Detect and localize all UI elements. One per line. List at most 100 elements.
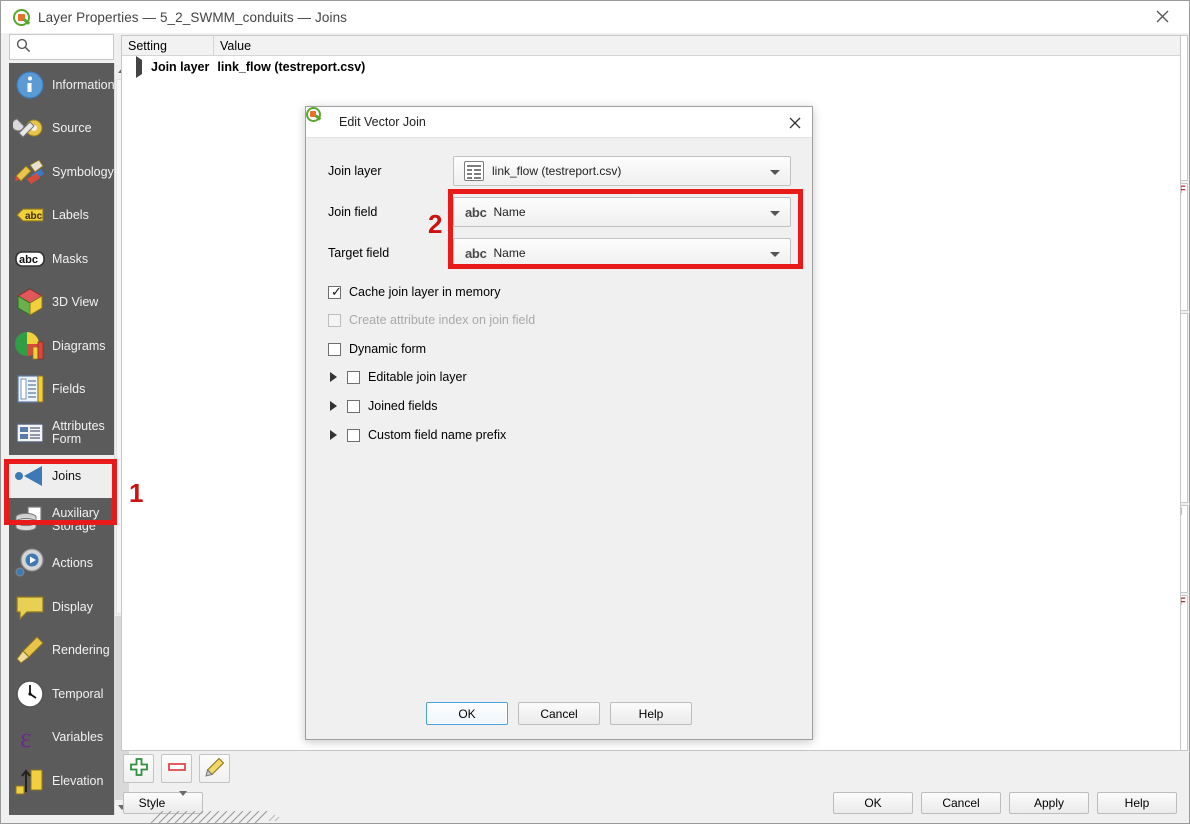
- sidebar-item-label: Masks: [52, 251, 89, 266]
- resize-grip[interactable]: [151, 811, 281, 823]
- sidebar-item-diagrams[interactable]: Diagrams: [9, 324, 114, 368]
- abc-string-icon: abc: [465, 204, 487, 220]
- table-row[interactable]: Join layer link_flow (testreport.csv): [122, 55, 1180, 78]
- dialog-titlebar: Edit Vector Join: [306, 107, 812, 138]
- sidebar-item-auxiliary-storage[interactable]: Auxiliary Storage: [9, 498, 114, 542]
- dynamic-form-checkbox-row[interactable]: Dynamic form: [328, 342, 426, 356]
- create-attribute-index-checkbox-row: Create attribute index on join field: [328, 313, 535, 327]
- sidebar-item-label: Information: [52, 77, 114, 92]
- target-field-combo[interactable]: abc Name: [453, 238, 791, 268]
- cache-join-layer-checkbox-row[interactable]: ✓ Cache join layer in memory: [328, 285, 500, 299]
- row-setting: Join layer: [151, 59, 210, 74]
- edit-vector-join-dialog: Edit Vector Join Join layer link_flow (t…: [305, 106, 813, 740]
- sidebar-item-labels[interactable]: abc Labels: [9, 194, 114, 238]
- chevron-down-icon[interactable]: [770, 211, 780, 216]
- close-icon[interactable]: [1139, 1, 1185, 32]
- actions-gear-play-icon: [13, 546, 47, 580]
- abc-string-icon: abc: [465, 245, 487, 261]
- expand-right-icon[interactable]: [330, 401, 337, 411]
- sidebar-item-label: 3D View: [52, 295, 99, 310]
- sidebar-item-rendering[interactable]: Rendering: [9, 629, 114, 673]
- cache-join-layer-checkbox[interactable]: ✓: [328, 285, 342, 299]
- sidebar-item-information[interactable]: Information: [9, 63, 114, 107]
- join-layer-label: Join layer: [328, 164, 382, 178]
- create-attribute-index-checkbox: [328, 313, 341, 327]
- custom-field-name-prefix-checkbox-row[interactable]: Custom field name prefix: [330, 420, 506, 450]
- row-value: link_flow (testreport.csv): [217, 59, 366, 74]
- display-balloon-icon: [13, 590, 47, 624]
- expand-right-icon[interactable]: [136, 55, 142, 78]
- dialog-title: Edit Vector Join: [339, 115, 426, 129]
- qgis-logo-icon: [13, 8, 31, 26]
- sidebar-item-label: Variables: [52, 730, 104, 745]
- cache-join-layer-label: Cache join layer in memory: [349, 285, 501, 299]
- target-field-label: Target field: [328, 246, 390, 260]
- fields-table-icon: [13, 372, 47, 406]
- sidebar-item-3d-view[interactable]: 3D View: [9, 281, 114, 325]
- sidebar-item-temporal[interactable]: Temporal: [9, 672, 114, 716]
- joined-fields-checkbox[interactable]: [347, 399, 360, 413]
- expand-right-icon[interactable]: [330, 372, 337, 382]
- create-attribute-index-label: Create attribute index on join field: [349, 313, 536, 327]
- column-header-value[interactable]: Value: [214, 36, 1180, 55]
- edit-join-button[interactable]: [199, 754, 230, 783]
- sidebar-item-label: Auxiliary Storage: [52, 506, 100, 533]
- sidebar-item-display[interactable]: Display: [9, 585, 114, 629]
- dialog-ok-button[interactable]: OK: [426, 702, 508, 725]
- svg-text:abc: abc: [19, 254, 38, 266]
- sidebar-item-elevation[interactable]: Elevation: [9, 759, 114, 803]
- joins-toolbar: [123, 754, 230, 783]
- apply-button[interactable]: Apply: [1009, 792, 1089, 814]
- symbology-icon: [13, 155, 47, 189]
- variables-epsilon-icon: ε: [13, 720, 47, 754]
- join-field-combo[interactable]: abc Name: [453, 197, 791, 227]
- sidebar-item-fields[interactable]: Fields: [9, 368, 114, 412]
- diagrams-piechart-icon: [13, 329, 47, 363]
- help-button[interactable]: Help: [1097, 792, 1177, 814]
- target-field-row: Target field: [328, 238, 453, 268]
- editable-join-layer-checkbox-row[interactable]: Editable join layer: [330, 362, 467, 392]
- dynamic-form-label: Dynamic form: [349, 342, 427, 356]
- 3d-view-cube-icon: [13, 285, 47, 319]
- sidebar-item-variables[interactable]: ε Variables: [9, 716, 114, 760]
- table-header-row: Setting Value: [122, 36, 1180, 56]
- dialog-cancel-button[interactable]: Cancel: [518, 702, 600, 725]
- column-header-setting[interactable]: Setting: [122, 36, 214, 55]
- sidebar-item-actions[interactable]: Actions: [9, 542, 114, 586]
- join-layer-combo[interactable]: link_flow (testreport.csv): [453, 156, 791, 186]
- ok-button[interactable]: OK: [833, 792, 913, 814]
- custom-field-name-prefix-checkbox[interactable]: [347, 428, 360, 442]
- expand-right-icon[interactable]: [330, 430, 337, 440]
- sidebar-item-label: Diagrams: [52, 338, 106, 353]
- window-titlebar: Layer Properties — 5_2_SWMM_conduits — J…: [1, 1, 1189, 33]
- dynamic-form-checkbox[interactable]: [328, 342, 341, 356]
- main-dialog-buttons: OK Cancel Apply Help: [833, 792, 1177, 814]
- custom-field-name-prefix-label: Custom field name prefix: [368, 428, 507, 442]
- sidebar-search[interactable]: [9, 34, 114, 60]
- sidebar-item-masks[interactable]: abc Masks: [9, 237, 114, 281]
- chevron-down-icon[interactable]: [770, 170, 780, 175]
- joins-arrow-icon: [13, 459, 47, 493]
- add-join-button[interactable]: [123, 754, 154, 783]
- sidebar[interactable]: Information Source Symbology abc Labels …: [9, 63, 114, 815]
- cancel-button[interactable]: Cancel: [921, 792, 1001, 814]
- elevation-arrow-icon: [13, 764, 47, 798]
- sidebar-item-label: Display: [52, 599, 93, 614]
- sidebar-item-label: Elevation: [52, 773, 104, 788]
- chevron-down-icon[interactable]: [770, 252, 780, 257]
- search-input[interactable]: [34, 39, 106, 55]
- svg-text:ε: ε: [20, 723, 32, 754]
- sidebar-item-joins[interactable]: Joins: [9, 454, 114, 498]
- editable-join-layer-checkbox[interactable]: [347, 370, 360, 384]
- sidebar-item-attributes-form[interactable]: Attributes Form: [9, 411, 114, 455]
- remove-join-button[interactable]: [161, 754, 192, 783]
- sidebar-item-source[interactable]: Source: [9, 107, 114, 151]
- close-icon[interactable]: [784, 112, 806, 134]
- source-icon: [11, 111, 47, 145]
- qgis-logo-icon: [306, 107, 332, 130]
- sidebar-item-symbology[interactable]: Symbology: [9, 150, 114, 194]
- rendering-brush-icon: [13, 633, 47, 667]
- dialog-help-button[interactable]: Help: [610, 702, 692, 725]
- join-layer-value: link_flow (testreport.csv): [492, 164, 622, 178]
- joined-fields-checkbox-row[interactable]: Joined fields: [330, 391, 438, 421]
